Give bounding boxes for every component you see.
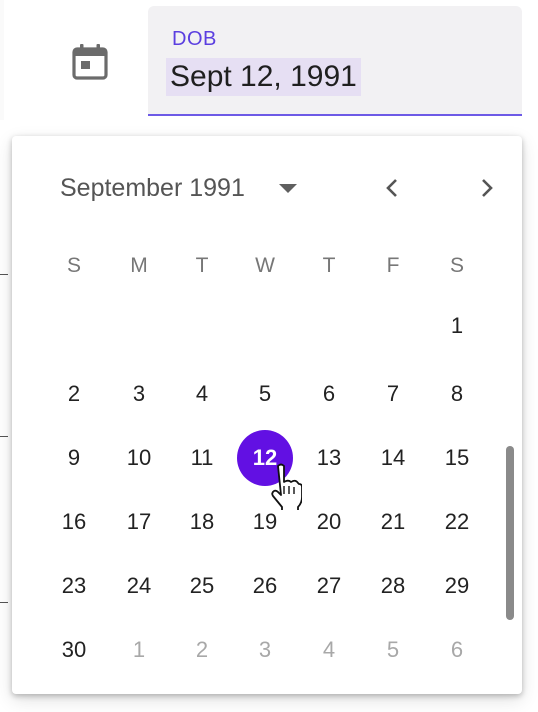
day-cell-next-month[interactable]: 3 (239, 624, 291, 676)
day-cell[interactable]: 24 (113, 560, 165, 612)
background-divider (0, 602, 8, 603)
day-cell[interactable]: 7 (367, 368, 419, 420)
scrollbar-thumb[interactable] (506, 446, 514, 620)
day-cell[interactable]: 10 (113, 432, 165, 484)
day-cell[interactable]: 18 (176, 496, 228, 548)
day-cell[interactable]: 20 (303, 496, 355, 548)
day-cell[interactable]: 30 (48, 624, 100, 676)
day-cell[interactable]: 26 (239, 560, 291, 612)
day-cell[interactable]: 6 (303, 368, 355, 420)
day-cell[interactable]: 16 (48, 496, 100, 548)
month-year-selector[interactable]: September 1991 (60, 172, 297, 204)
day-cell[interactable]: 17 (113, 496, 165, 548)
weekday-header: T (322, 254, 336, 277)
day-cell[interactable]: 15 (431, 432, 483, 484)
day-cell-next-month[interactable]: 4 (303, 624, 355, 676)
date-picker-popup: September 1991 SMTWTFS 1 2 3 4 5 6 7 8 9 10 11 12 13… (12, 136, 522, 694)
dob-field[interactable]: DOB Sept 12, 1991 (148, 6, 522, 116)
background-row (0, 0, 4, 120)
day-cell[interactable]: 8 (431, 368, 483, 420)
day-cell[interactable]: 27 (303, 560, 355, 612)
day-cell[interactable]: 21 (367, 496, 419, 548)
day-cell[interactable]: 9 (48, 432, 100, 484)
dob-field-label: DOB (172, 28, 217, 50)
weekday-header: M (130, 254, 148, 277)
background-divider (0, 274, 8, 275)
chevron-right-icon[interactable] (470, 172, 502, 204)
day-cell[interactable]: 5 (239, 368, 291, 420)
month-year-label: September 1991 (60, 173, 245, 202)
day-cell[interactable]: 14 (367, 432, 419, 484)
day-cell[interactable]: 1 (431, 300, 483, 352)
weekday-header: W (255, 254, 275, 277)
day-cell[interactable]: 11 (176, 432, 228, 484)
day-cell-next-month[interactable]: 2 (176, 624, 228, 676)
chevron-left-icon[interactable] (377, 172, 409, 204)
day-cell-next-month[interactable]: 1 (113, 624, 165, 676)
dob-field-value[interactable]: Sept 12, 1991 (166, 58, 361, 96)
day-cell-next-month[interactable]: 5 (367, 624, 419, 676)
weekday-header: S (449, 254, 464, 277)
weekday-header: S (66, 254, 81, 277)
day-cell[interactable]: 29 (431, 560, 483, 612)
day-cell[interactable]: 28 (367, 560, 419, 612)
day-cell[interactable]: 3 (113, 368, 165, 420)
day-cell[interactable]: 25 (176, 560, 228, 612)
caret-down-icon (278, 183, 297, 193)
day-cell[interactable]: 22 (431, 496, 483, 548)
weekday-header: F (386, 254, 400, 277)
hand-pointer-icon (271, 463, 302, 510)
day-cell[interactable]: 13 (303, 432, 355, 484)
weekday-header: T (195, 254, 209, 277)
day-cell[interactable]: 2 (48, 368, 100, 420)
day-cell[interactable]: 23 (48, 560, 100, 612)
background-divider (0, 436, 8, 437)
calendar-icon[interactable] (70, 42, 110, 82)
day-cell[interactable]: 4 (176, 368, 228, 420)
day-cell-next-month[interactable]: 6 (431, 624, 483, 676)
